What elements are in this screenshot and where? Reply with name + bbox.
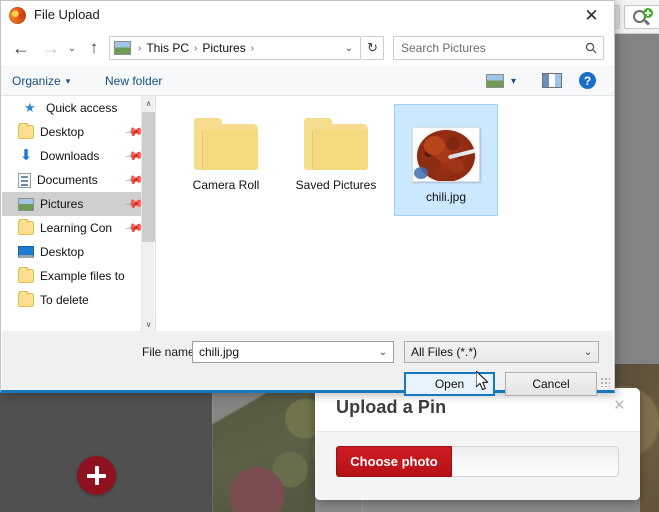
- folder-icon: [18, 293, 34, 307]
- organize-label: Organize: [12, 74, 61, 88]
- navigation-pane: ★ Quick access Desktop 📌 ⬇ Downloads 📌 D…: [2, 96, 154, 331]
- new-folder-button[interactable]: New folder: [105, 71, 162, 91]
- sidebar-item-label: To delete: [40, 293, 89, 307]
- plus-badge-icon: [643, 8, 653, 18]
- chevron-down-icon: ▾: [66, 76, 71, 87]
- chevron-down-icon[interactable]: ⌄: [339, 37, 359, 59]
- scroll-up-arrow-icon[interactable]: ∧: [142, 96, 155, 110]
- file-type-select[interactable]: All Files (*.*) ⌄: [404, 341, 599, 363]
- resize-grip[interactable]: [600, 377, 610, 387]
- chevron-down-icon[interactable]: ⌄: [578, 347, 598, 358]
- recent-locations-button[interactable]: ⌄: [63, 36, 81, 60]
- file-name-label: Camera Roll: [193, 178, 260, 192]
- upload-pin-body: Choose photo: [315, 431, 640, 500]
- sidebar-item-desktop[interactable]: Desktop 📌: [2, 120, 154, 144]
- file-name-label: chili.jpg: [426, 190, 466, 204]
- sidebar-item-quick-access[interactable]: ★ Quick access: [2, 96, 154, 120]
- image-thumbnail: [412, 127, 480, 182]
- sidebar-item-label: Quick access: [46, 101, 117, 115]
- organize-button[interactable]: Organize ▾: [12, 71, 70, 91]
- close-icon[interactable]: ×: [614, 396, 625, 415]
- dialog-navigation-bar: ← → ⌄ ↑ › This PC › Pictures › ⌄ ↻ Searc…: [1, 30, 614, 65]
- breadcrumb-separator: ›: [248, 43, 257, 54]
- dialog-titlebar: File Upload ✕: [1, 1, 614, 30]
- scrollbar-thumb[interactable]: [142, 112, 155, 242]
- file-upload-dialog: File Upload ✕ ← → ⌄ ↑ › This PC › Pictur…: [0, 0, 615, 393]
- breadcrumb[interactable]: › This PC › Pictures ›: [109, 36, 361, 60]
- back-button[interactable]: ←: [9, 36, 33, 60]
- file-name-input[interactable]: chili.jpg ⌄: [192, 341, 394, 363]
- sidebar-item-desktop-2[interactable]: Desktop: [2, 240, 154, 264]
- help-icon[interactable]: ?: [579, 72, 596, 89]
- breadcrumb-item-pictures[interactable]: Pictures: [200, 41, 247, 55]
- breadcrumb-item-this-pc[interactable]: This PC: [144, 41, 191, 55]
- sidebar-item-downloads[interactable]: ⬇ Downloads 📌: [2, 144, 154, 168]
- sidebar-item-label: Desktop: [40, 245, 84, 259]
- scroll-down-arrow-icon[interactable]: ∨: [142, 317, 155, 331]
- folder-icon: [18, 221, 34, 235]
- cancel-button[interactable]: Cancel: [505, 372, 597, 396]
- pictures-folder-icon: [114, 41, 131, 55]
- folder-icon: [18, 125, 34, 139]
- file-list-pane: Camera Roll Saved Pictures chili.jpg: [155, 96, 613, 331]
- picture-icon: [18, 198, 34, 211]
- search-placeholder: Search Pictures: [401, 41, 579, 55]
- up-one-level-button[interactable]: ↑: [83, 36, 105, 60]
- open-button[interactable]: Open: [404, 372, 495, 396]
- file-name-input-value: chili.jpg: [199, 345, 373, 359]
- view-layout-icon[interactable]: [486, 74, 504, 88]
- file-chooser-row: Choose photo: [336, 446, 619, 477]
- document-icon: [18, 173, 31, 188]
- sidebar-item-learning-con[interactable]: Learning Con 📌: [2, 216, 154, 240]
- star-pin-icon: ★: [24, 101, 40, 115]
- sidebar-item-label: Pictures: [40, 197, 83, 211]
- file-tile-camera-roll[interactable]: Camera Roll: [174, 104, 278, 216]
- search-icon: [579, 42, 603, 54]
- upload-pin-title: Upload a Pin: [336, 397, 446, 418]
- choose-photo-button[interactable]: Choose photo: [336, 446, 452, 477]
- sidebar-item-example-files[interactable]: Example files to: [2, 264, 154, 288]
- search-input[interactable]: Search Pictures: [393, 36, 604, 60]
- preview-pane-icon[interactable]: [542, 73, 562, 88]
- navigation-pane-scrollbar[interactable]: ∧ ∨: [141, 96, 154, 331]
- folder-icon: [194, 118, 258, 170]
- sidebar-item-pictures[interactable]: Pictures 📌: [2, 192, 154, 216]
- chevron-down-icon[interactable]: ⌄: [373, 347, 393, 358]
- breadcrumb-separator: ›: [191, 43, 200, 54]
- breadcrumb-separator: ›: [135, 43, 144, 54]
- zoom-in-button[interactable]: [624, 5, 659, 29]
- sidebar-item-label: Desktop: [40, 125, 84, 139]
- monitor-icon: [18, 246, 34, 258]
- sidebar-item-label: Downloads: [40, 149, 99, 163]
- file-tile-chili-jpg[interactable]: chili.jpg: [394, 104, 498, 216]
- choose-photo-filename-display[interactable]: [452, 446, 619, 477]
- chevron-down-icon[interactable]: ▾: [511, 76, 516, 87]
- upload-pin-dialog: Upload a Pin × Choose photo: [315, 388, 640, 500]
- sidebar-item-label: Learning Con: [40, 221, 112, 235]
- file-name-field-label: File name:: [142, 345, 198, 359]
- sidebar-item-label: Documents: [37, 173, 98, 187]
- file-type-select-value: All Files (*.*): [411, 345, 578, 359]
- dialog-title: File Upload: [34, 7, 100, 22]
- forward-button[interactable]: →: [39, 36, 63, 60]
- sidebar-item-label: Example files to: [40, 269, 125, 283]
- file-name-label: Saved Pictures: [296, 178, 377, 192]
- dialog-command-bar: Organize ▾ New folder ▾ ?: [1, 65, 614, 96]
- folder-icon: [18, 269, 34, 283]
- file-tile-saved-pictures[interactable]: Saved Pictures: [284, 104, 388, 216]
- sidebar-item-to-delete[interactable]: To delete: [2, 288, 154, 312]
- refresh-icon[interactable]: ↻: [362, 36, 384, 60]
- firefox-icon: [9, 7, 26, 24]
- folder-icon: [304, 118, 368, 170]
- sidebar-item-documents[interactable]: Documents 📌: [2, 168, 154, 192]
- dialog-footer: File name: chili.jpg ⌄ All Files (*.*) ⌄…: [2, 331, 613, 390]
- close-icon[interactable]: ✕: [569, 1, 614, 30]
- add-pin-button[interactable]: [77, 456, 116, 495]
- download-icon: ⬇: [18, 149, 34, 163]
